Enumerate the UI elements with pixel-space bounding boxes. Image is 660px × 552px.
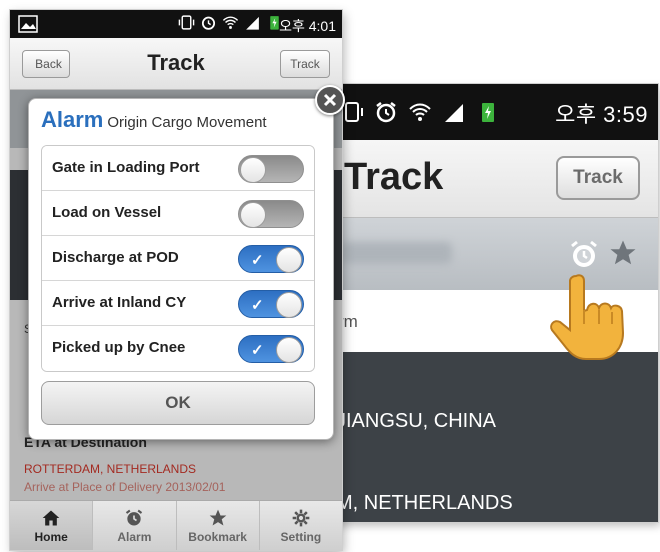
destination-location: M, NETHERLANDS [336,492,513,514]
discharge-at-pod-toggle[interactable]: ✓ [238,245,304,273]
header-bar: Back Track Track [10,38,342,90]
alarm-option-arrive-at-inland-cy: Arrive at Inland CY ✓ [42,281,314,326]
wifi-icon [409,103,431,121]
alarm-option-picked-up-by-cnee: Picked up by Cnee ✓ [42,326,314,371]
toggle-knob [276,247,302,273]
gear-icon [292,509,310,526]
tab-label: Setting [280,529,322,544]
track-button[interactable]: Track [556,156,640,200]
close-icon [323,93,337,107]
star-icon [209,509,226,525]
status-clock: 오후 4:01 [279,18,336,34]
arrive-at-inland-cy-toggle[interactable]: ✓ [238,290,304,318]
alarm-options-list: Gate in Loading Port Load on Vessel Disc… [41,145,315,372]
signal-icon [445,104,463,122]
checkmark-icon: ✓ [251,342,264,359]
header-bar: Track Track [336,140,658,218]
toggle-knob [276,337,302,363]
option-label: Picked up by Cnee [52,339,186,356]
option-label: Gate in Loading Port [52,159,200,176]
checkmark-icon: ✓ [251,252,264,269]
checkmark-icon: ✓ [251,297,264,314]
alarm-dialog: Alarm Origin Cargo Movement Gate in Load… [28,85,345,440]
tab-label: Bookmark [188,529,247,544]
tab-bookmark[interactable]: Bookmark [177,501,260,550]
bookmark-star-icon[interactable] [608,238,638,268]
ok-button[interactable]: OK [41,381,315,425]
option-label: Arrive at Inland CY [52,294,187,311]
dialog-title-alarm: Alarm [41,107,104,132]
picture-icon [18,15,38,33]
dialog-subtitle: Origin Cargo Movement [107,114,267,131]
toggle-knob [240,202,266,228]
alarm-clock-icon [126,509,143,525]
tab-label: Home [34,529,68,544]
status-clock: 오후 3:59 [555,102,648,127]
alarm-option-discharge-at-pod: Discharge at POD ✓ [42,236,314,281]
option-label: Load on Vessel [52,204,162,221]
alarm-option-gate-in-loading-port: Gate in Loading Port [42,146,314,191]
origin-location: JIANGSU, CHINA [336,410,497,432]
vibrate-icon [178,15,195,30]
signal-icon [246,16,259,30]
home-icon [42,510,60,525]
tab-alarm[interactable]: Alarm [93,501,177,550]
option-label: Discharge at POD [52,249,179,266]
close-button[interactable] [315,85,345,115]
pointing-hand-icon [550,274,625,360]
wifi-icon [222,16,239,29]
dialog-title: Alarm Origin Cargo Movement [41,107,267,133]
tab-label: Alarm [117,529,152,544]
track-button[interactable]: Track [280,50,330,78]
bottom-tab-bar: Home Alarm Bookmark Setting [10,500,342,550]
battery-charging-icon [482,103,494,122]
toggle-knob [276,292,302,318]
blurred-shipment-number [342,242,452,264]
status-bar: 오후 3:59 [336,84,658,140]
page-title: Track [344,156,444,198]
tab-setting[interactable]: Setting [260,501,342,550]
gate-in-loading-port-toggle[interactable] [238,155,304,183]
picked-up-by-cnee-toggle[interactable]: ✓ [238,335,304,363]
load-on-vessel-toggle[interactable] [238,200,304,228]
status-bar: 오후 4:01 [10,10,342,38]
tab-home[interactable]: Home [10,501,94,550]
alarm-clock-icon [376,102,396,123]
alarm-clock-icon [201,16,216,30]
alarm-clock-icon[interactable] [568,238,600,270]
toggle-knob [240,157,266,183]
alarm-option-load-on-vessel: Load on Vessel [42,191,314,236]
